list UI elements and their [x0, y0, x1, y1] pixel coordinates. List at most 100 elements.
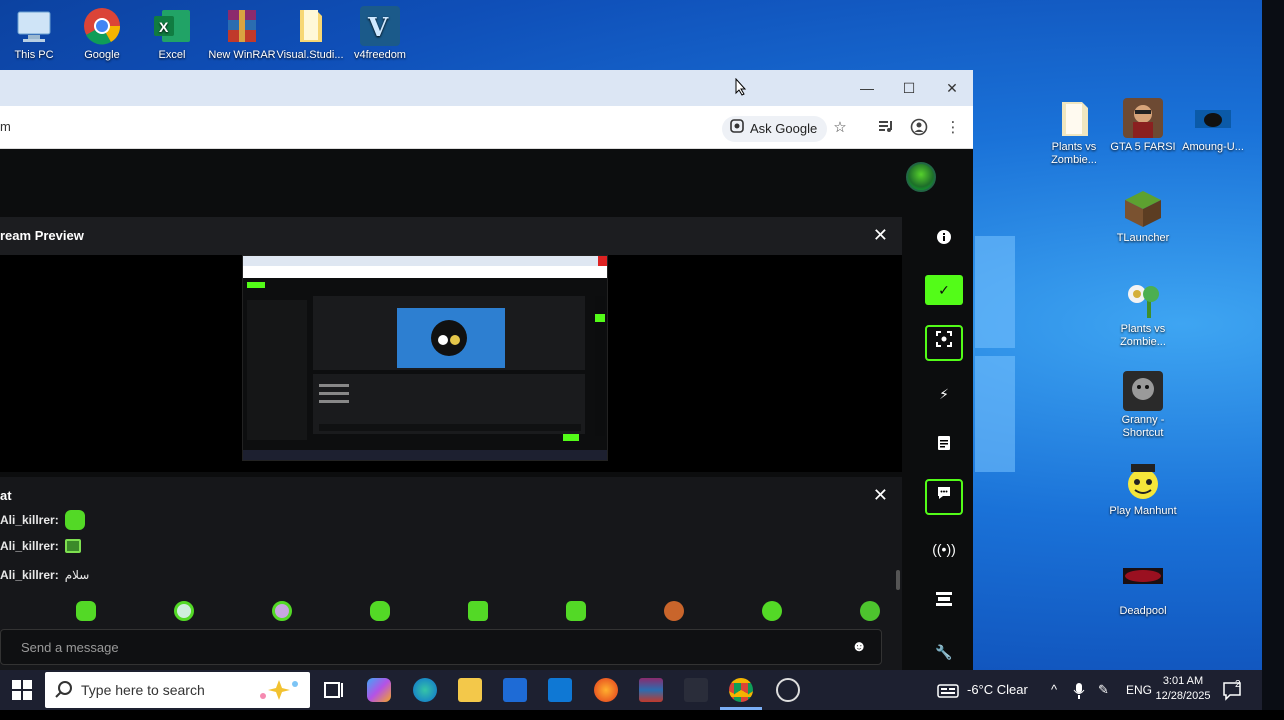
emoji-picker-icon[interactable]: ☻: [851, 638, 867, 655]
wrench-icon[interactable]: 🔧: [925, 635, 963, 669]
desktop-icon-google[interactable]: Google: [65, 6, 139, 62]
profile-icon[interactable]: [909, 118, 929, 138]
desktop-icon-this-pc[interactable]: This PC: [0, 6, 71, 62]
emote-button[interactable]: [566, 601, 586, 621]
microsoft-store-icon[interactable]: [503, 678, 527, 702]
chat-username[interactable]: Ali_killrer:: [0, 568, 59, 582]
stream-preview-title: ream Preview: [0, 228, 84, 243]
desktop-icon-among-us[interactable]: Amoung-U...: [1176, 98, 1250, 154]
microphone-icon[interactable]: [1073, 670, 1085, 710]
emote-button[interactable]: [762, 601, 782, 621]
taskbar-search-box[interactable]: [45, 672, 310, 708]
desktop-icon-gta5[interactable]: GTA 5 FARSI: [1106, 98, 1180, 154]
layout-icon[interactable]: [925, 584, 963, 618]
browser-toolbar: m Ask Google ☆ ⋮: [0, 106, 973, 149]
mouse-cursor: [735, 77, 747, 101]
maximize-button[interactable]: ☐: [894, 78, 924, 98]
desktop-icon-excel[interactable]: X Excel: [135, 6, 209, 62]
desktop-icon-plants-vs-zombies[interactable]: Plants vs Zombie...: [1106, 280, 1180, 349]
notification-icon[interactable]: [1222, 670, 1244, 710]
task-view-icon[interactable]: [322, 678, 346, 702]
desktop-icon-label: Google: [84, 49, 120, 61]
title-bar[interactable]: — ☐ ✕: [0, 70, 973, 106]
green-blob-emote: [64, 510, 85, 530]
desktop-icon-label: Excel: [158, 49, 186, 61]
lightning-icon[interactable]: ⚡: [925, 377, 963, 411]
desktop-icon-deadpool[interactable]: Deadpool: [1106, 562, 1180, 618]
file-explorer-icon[interactable]: [458, 678, 482, 702]
info-icon[interactable]: [925, 223, 963, 257]
chat-scrollbar[interactable]: [896, 570, 900, 590]
kick-top-nav: [0, 149, 973, 215]
svg-text:X: X: [159, 19, 169, 35]
close-stream-preview-button[interactable]: ✕: [873, 225, 888, 246]
start-button[interactable]: [12, 680, 32, 700]
broadcast-icon[interactable]: ((•)): [925, 532, 963, 566]
desktop-icon-new-winrar[interactable]: New WinRAR: [205, 6, 279, 62]
edge-icon[interactable]: [413, 678, 437, 702]
close-chat-button[interactable]: ✕: [873, 485, 888, 506]
chat-username[interactable]: Ali_killrer:: [0, 539, 59, 553]
media-controls-icon[interactable]: [876, 118, 896, 138]
desktop-icon-label: Play Manhunt: [1109, 505, 1177, 517]
stream-preview-video[interactable]: [242, 255, 608, 461]
winrar-icon[interactable]: [639, 678, 663, 702]
clock-time: 3:01 AM: [1162, 675, 1204, 687]
chat-bubble-icon[interactable]: [925, 479, 963, 515]
desktop-icon-granny[interactable]: Granny - Shortcut: [1106, 371, 1180, 440]
emote-button[interactable]: [272, 601, 292, 621]
desktop-icon-label: This PC: [14, 49, 54, 61]
emote-button[interactable]: [370, 601, 390, 621]
chat-username[interactable]: Ali_killrer:: [0, 513, 59, 527]
chrome-icon[interactable]: [729, 678, 753, 702]
emote-button[interactable]: [860, 601, 880, 621]
bookmark-star-icon[interactable]: ☆: [830, 118, 850, 138]
clock-date: 12/28/2025: [1155, 690, 1211, 702]
winrar-icon: [222, 6, 262, 46]
chat-message: Ali_killrer:: [0, 510, 85, 530]
desktop-icon-label: Visual.Studi...: [276, 49, 344, 61]
desktop-icon-plants-vs-zombies-folder[interactable]: Plants vs Zombie...: [1037, 98, 1111, 167]
checkmark-icon[interactable]: ✓: [925, 275, 963, 305]
search-input[interactable]: [81, 672, 241, 708]
granny-icon: [1123, 371, 1163, 411]
weather-text[interactable]: -6°C Clear: [967, 670, 1028, 710]
chevron-up-icon[interactable]: ^: [1051, 670, 1057, 710]
menu-kebab-icon[interactable]: ⋮: [943, 118, 963, 138]
copilot-icon[interactable]: [367, 678, 391, 702]
desktop-icon-label: Plants vs Zombie...: [1051, 141, 1097, 166]
app-icon[interactable]: [684, 678, 708, 702]
language-indicator[interactable]: ENG: [1126, 670, 1152, 710]
firefox-icon[interactable]: [594, 678, 618, 702]
ask-google-button[interactable]: Ask Google: [722, 116, 828, 142]
chat-message-input[interactable]: [21, 630, 841, 664]
folder-icon: [1054, 98, 1094, 138]
screen-recorder-icon[interactable]: [776, 678, 800, 702]
emote-button[interactable]: [664, 601, 684, 621]
ask-google-label: Ask Google: [750, 121, 818, 136]
desktop-icon-play-manhunt[interactable]: Play Manhunt: [1106, 462, 1180, 518]
minimize-button[interactable]: —: [852, 78, 882, 98]
emote-button[interactable]: [468, 601, 488, 621]
outlook-icon[interactable]: [548, 678, 572, 702]
clock[interactable]: 3:01 AM 12/28/2025: [1155, 674, 1211, 704]
desktop-icon-visual-studio[interactable]: Visual.Studi...: [273, 6, 347, 62]
address-bar[interactable]: m: [0, 119, 11, 134]
close-button[interactable]: ✕: [937, 78, 967, 98]
avatar[interactable]: [906, 162, 936, 192]
among-us-icon: [1193, 98, 1233, 138]
excel-icon: X: [152, 6, 192, 46]
desktop-icon-tlauncher[interactable]: TLauncher: [1106, 189, 1180, 245]
pen-icon[interactable]: ✎: [1098, 670, 1109, 710]
notification-badge: 2: [1235, 679, 1241, 690]
emote-button[interactable]: [174, 601, 194, 621]
stream-preview-header: ream Preview ✕: [0, 217, 902, 255]
svg-text:V: V: [367, 13, 389, 43]
emote-button[interactable]: [76, 601, 96, 621]
weather-icon[interactable]: [937, 670, 959, 710]
desktop-icon-label: TLauncher: [1116, 232, 1170, 244]
desktop-icon-v4freedom[interactable]: V v4freedom: [343, 6, 417, 62]
stream-preview-toggle-icon[interactable]: [925, 325, 963, 361]
screen-bottom-edge: [0, 710, 1284, 720]
notes-icon[interactable]: [925, 428, 963, 462]
